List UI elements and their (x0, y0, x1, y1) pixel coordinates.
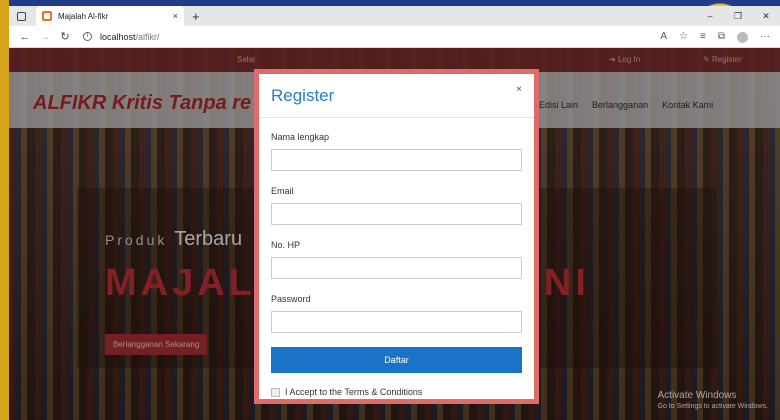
address-bar: ← → ↻ i localhost /alfikr/ A ☆ ≡ ⧉ ··· (9, 26, 780, 48)
email-field[interactable] (271, 203, 522, 225)
maximize-icon[interactable]: ❐ (724, 6, 752, 26)
favorite-icon[interactable]: ☆ (679, 31, 688, 43)
profile-avatar-icon[interactable] (737, 31, 748, 43)
collections-icon[interactable]: ⧉ (718, 31, 725, 43)
tab-bar: Majalah Al-fikr × + – ❐ ✕ (9, 6, 780, 26)
phone-field[interactable] (271, 257, 522, 279)
more-menu-icon[interactable]: ··· (760, 31, 770, 43)
terms-label[interactable]: I Accept to the Terms & Conditions (285, 387, 422, 397)
reload-icon[interactable]: ↻ (55, 30, 75, 43)
url-host: localhost (100, 31, 136, 42)
favorites-list-icon[interactable]: ≡ (700, 31, 706, 43)
register-modal: Register × Nama lengkap Email No. HP Pas… (254, 69, 539, 404)
terms-row: I Accept to the Terms & Conditions (271, 387, 522, 397)
read-aloud-icon[interactable]: A (660, 31, 667, 43)
tab-title: Majalah Al-fikr (58, 11, 109, 21)
modal-header: Register × (259, 74, 534, 118)
browser-window: Majalah Al-fikr × + – ❐ ✕ ← → ↻ i localh… (9, 6, 780, 420)
email-label: Email (271, 186, 294, 196)
name-label: Nama lengkap (271, 132, 330, 142)
browser-toolbar-icons: A ☆ ≡ ⧉ ··· (660, 31, 774, 43)
modal-title: Register (271, 86, 335, 105)
back-icon[interactable]: ← (15, 31, 35, 43)
watermark-subtitle: Go to Settings to activate Windows. (657, 403, 769, 410)
phone-label: No. HP (271, 240, 301, 250)
daftar-button[interactable]: Daftar (271, 347, 522, 373)
modal-close-icon[interactable]: × (516, 84, 522, 95)
close-window-icon[interactable]: ✕ (752, 6, 780, 26)
name-field[interactable] (271, 149, 522, 171)
url-field[interactable]: i localhost /alfikr/ (83, 32, 160, 42)
terms-checkbox[interactable] (271, 387, 280, 397)
watermark-title: Activate Windows (657, 390, 737, 401)
url-path: /alfikr/ (135, 31, 160, 42)
window-controls: – ❐ ✕ (696, 6, 780, 26)
password-label: Password (271, 294, 311, 304)
web-page: Selar ➜ Log In ✎ Register ALFIKR Kritis … (9, 48, 780, 420)
site-favicon-icon (42, 11, 52, 21)
tab-close-icon[interactable]: × (173, 11, 178, 21)
tab-actions-icon[interactable] (17, 11, 26, 21)
activate-windows-watermark: Activate Windows Go to Settings to activ… (658, 390, 769, 412)
forward-icon[interactable]: → (35, 31, 55, 43)
minimize-icon[interactable]: – (696, 6, 724, 26)
new-tab-icon[interactable]: + (192, 9, 200, 24)
site-info-icon[interactable]: i (83, 32, 92, 41)
browser-tab[interactable]: Majalah Al-fikr × (36, 6, 184, 26)
modal-body: Nama lengkap Email No. HP Password Dafta… (259, 118, 534, 397)
password-field[interactable] (271, 311, 522, 333)
